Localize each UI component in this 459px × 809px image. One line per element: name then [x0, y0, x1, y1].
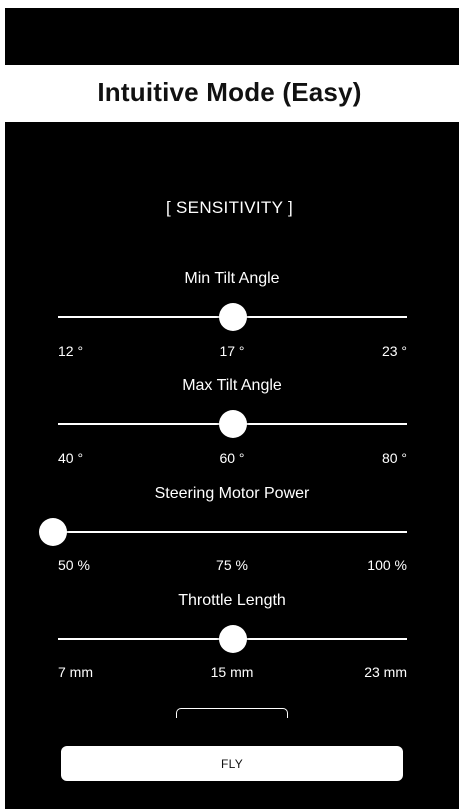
max-tilt-angle-max-label: 80 ° — [381, 450, 407, 466]
steering-motor-power-max-label: 100 % — [367, 557, 407, 573]
max-tilt-angle-mid-label: 60 ° — [219, 450, 245, 466]
fly-button[interactable]: FLY — [61, 746, 403, 781]
status-bar — [5, 8, 459, 65]
steering-motor-power-min-label: 50 % — [58, 557, 90, 573]
section-title-sensitivity: [ SENSITIVITY ] — [166, 198, 293, 217]
max-tilt-angle-slider[interactable] — [58, 410, 407, 438]
throttle-length-max-label: 23 mm — [364, 664, 407, 680]
max-tilt-angle-min-label: 40 ° — [58, 450, 84, 466]
min-tilt-angle-label: Min Tilt Angle — [184, 270, 280, 287]
steering-motor-power-label: Steering Motor Power — [154, 485, 310, 502]
min-tilt-angle-max-label: 23 ° — [381, 343, 407, 359]
throttle-length-mid-label: 15 mm — [210, 664, 254, 680]
min-tilt-angle-mid-label: 17 ° — [219, 343, 245, 359]
page-title: Intuitive Mode (Easy) — [97, 77, 362, 107]
throttle-length-label: Throttle Length — [178, 592, 286, 609]
steering-motor-power-mid-label: 75 % — [216, 557, 248, 573]
scroll-indicator — [176, 708, 288, 718]
min-tilt-angle-slider[interactable] — [58, 303, 407, 331]
throttle-length-slider-thumb[interactable] — [218, 625, 247, 653]
throttle-length-slider[interactable] — [58, 625, 407, 653]
max-tilt-angle-slider-thumb[interactable] — [218, 410, 247, 438]
header: Intuitive Mode (Easy) — [0, 65, 459, 122]
max-tilt-angle-label: Max Tilt Angle — [182, 377, 282, 394]
min-tilt-angle-min-label: 12 ° — [58, 343, 84, 359]
min-tilt-angle-slider-thumb[interactable] — [218, 303, 247, 331]
throttle-length-min-label: 7 mm — [58, 664, 93, 680]
steering-motor-power-slider-thumb[interactable] — [39, 518, 67, 546]
steering-motor-power-slider[interactable] — [39, 518, 407, 546]
